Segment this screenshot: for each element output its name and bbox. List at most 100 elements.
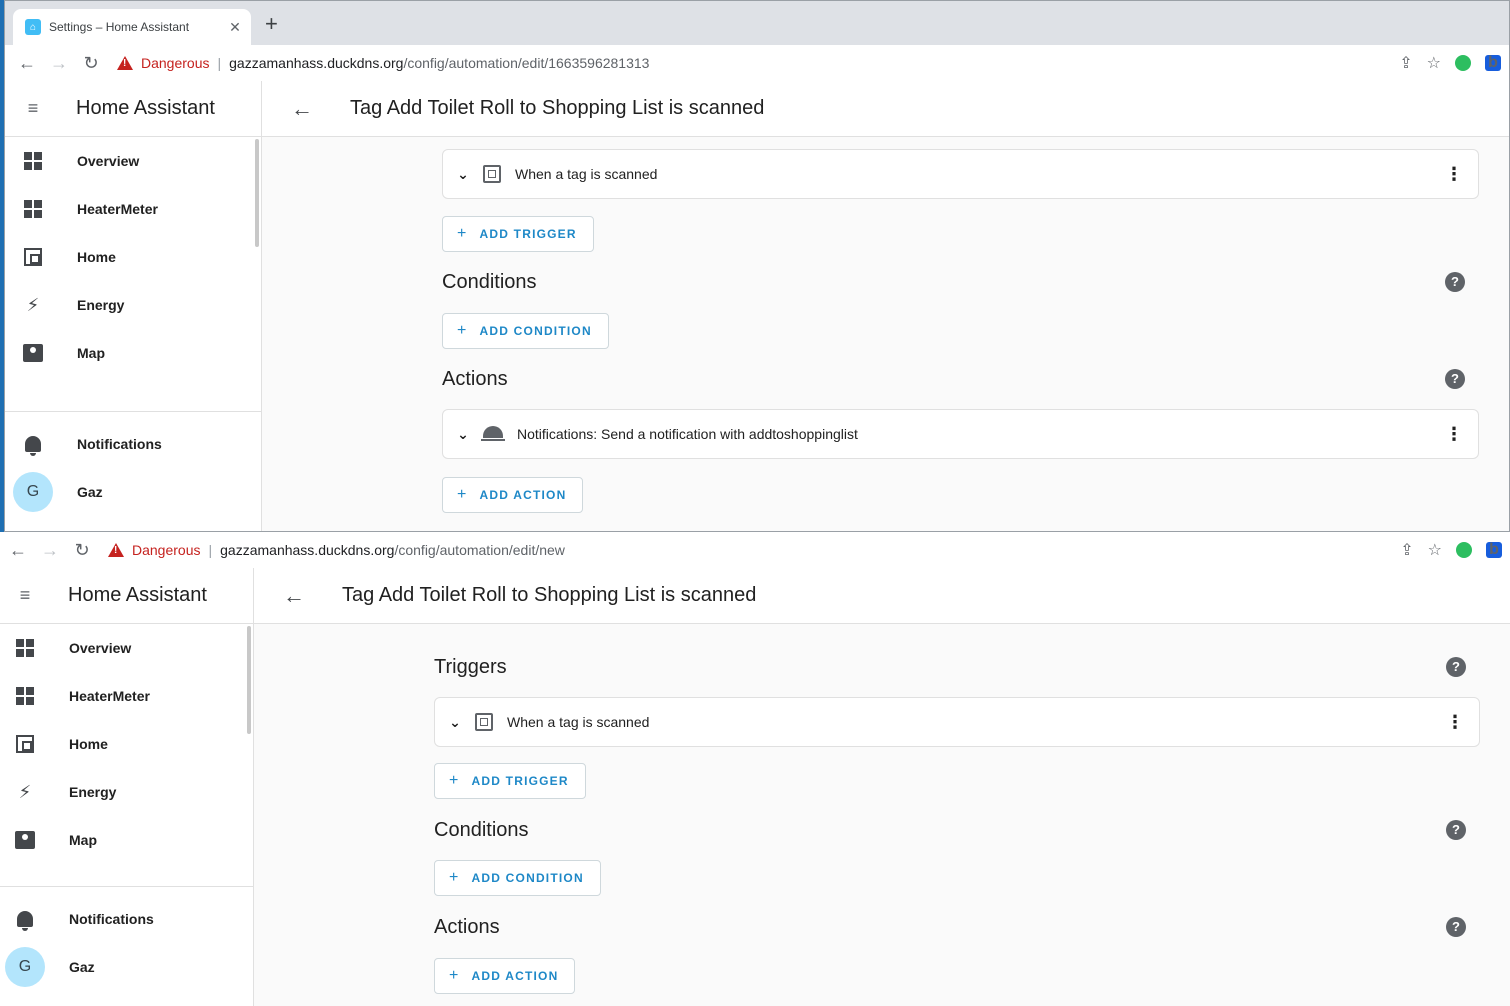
user-name: Gaz bbox=[69, 959, 95, 975]
triggers-heading: Triggers bbox=[434, 655, 507, 678]
help-icon[interactable]: ? bbox=[1445, 369, 1465, 389]
notification-bell-icon bbox=[481, 426, 505, 441]
sidebar-item-home[interactable]: Home bbox=[0, 720, 253, 768]
url-separator: | bbox=[217, 55, 222, 71]
share-icon[interactable]: ⇪ bbox=[1400, 540, 1413, 560]
sidebar-item-energy[interactable]: ⚡ Energy bbox=[0, 768, 253, 816]
warning-icon bbox=[117, 56, 133, 70]
menu-collapse-icon[interactable]: ≡ bbox=[5, 98, 61, 119]
star-icon[interactable]: ☆ bbox=[1428, 540, 1442, 560]
warning-icon bbox=[108, 543, 124, 557]
sidebar-item-label: Energy bbox=[77, 297, 125, 313]
chevron-down-icon[interactable]: ⌄ bbox=[435, 714, 475, 731]
sidebar-item-heatermeter[interactable]: HeaterMeter bbox=[5, 185, 261, 233]
security-status[interactable]: Dangerous bbox=[132, 542, 201, 558]
back-arrow-icon[interactable]: ← bbox=[2, 540, 34, 561]
forward-arrow-icon[interactable]: → bbox=[34, 540, 66, 561]
sidebar-item-profile[interactable]: G Gaz bbox=[0, 943, 253, 991]
dashboard-icon bbox=[0, 687, 50, 705]
lightning-icon: ⚡ bbox=[18, 781, 32, 802]
conditions-heading: Conditions bbox=[434, 818, 529, 841]
sidebar-item-label: Home bbox=[77, 249, 116, 265]
sidebar-item-heatermeter[interactable]: HeaterMeter bbox=[0, 672, 253, 720]
tab-title: Settings – Home Assistant bbox=[49, 20, 190, 34]
plus-icon: + bbox=[457, 322, 468, 339]
trigger-description: When a tag is scanned bbox=[507, 714, 650, 730]
more-options-icon[interactable]: ⋮ bbox=[1431, 712, 1479, 733]
back-arrow-icon[interactable]: ← bbox=[254, 583, 334, 609]
tab-strip: ⌂ Settings – Home Assistant ✕ + bbox=[5, 1, 1509, 45]
app-title: Home Assistant bbox=[68, 584, 207, 606]
browser-window-1: ⌂ Settings – Home Assistant ✕ + ← → ↻ Da… bbox=[4, 0, 1510, 532]
add-condition-button[interactable]: + ADD CONDITION bbox=[434, 860, 601, 896]
sidebar-item-map[interactable]: Map bbox=[5, 329, 261, 377]
button-label: ADD CONDITION bbox=[471, 871, 584, 885]
automation-editor: Triggers ? ⌄ When a tag is scanned ⋮ + AD… bbox=[434, 624, 1480, 1006]
help-icon[interactable]: ? bbox=[1446, 657, 1466, 677]
home-assistant-app: ≡ Home Assistant Overview HeaterMeter Ho… bbox=[5, 81, 1509, 531]
back-arrow-icon[interactable]: ← bbox=[11, 53, 43, 74]
sidebar-item-notifications[interactable]: Notifications bbox=[0, 895, 253, 943]
evernote-extension-icon[interactable] bbox=[1455, 55, 1471, 71]
url-host[interactable]: gazzamanhass.duckdns.org bbox=[229, 55, 403, 71]
help-icon[interactable]: ? bbox=[1445, 272, 1465, 292]
url-path[interactable]: /config/automation/edit/1663596281313 bbox=[403, 55, 649, 71]
star-icon[interactable]: ☆ bbox=[1427, 53, 1441, 73]
sidebar-item-map[interactable]: Map bbox=[0, 816, 253, 864]
url-host[interactable]: gazzamanhass.duckdns.org bbox=[220, 542, 394, 558]
back-arrow-icon[interactable]: ← bbox=[262, 96, 342, 122]
url-path[interactable]: /config/automation/edit/new bbox=[394, 542, 564, 558]
more-options-icon[interactable]: ⋮ bbox=[1430, 424, 1478, 445]
sidebar-item-energy[interactable]: ⚡ Energy bbox=[5, 281, 261, 329]
app-title: Home Assistant bbox=[76, 97, 215, 119]
button-label: ADD CONDITION bbox=[479, 324, 592, 338]
sidebar-scrollbar[interactable] bbox=[255, 139, 259, 247]
sidebar-item-overview[interactable]: Overview bbox=[0, 624, 253, 672]
dashboard-icon bbox=[5, 200, 61, 218]
bell-icon bbox=[5, 436, 61, 456]
add-action-button[interactable]: + ADD ACTION bbox=[434, 958, 576, 994]
add-condition-button[interactable]: + ADD CONDITION bbox=[442, 313, 609, 349]
help-icon[interactable]: ? bbox=[1446, 820, 1466, 840]
sidebar-scrollbar[interactable] bbox=[247, 626, 251, 734]
conditions-heading: Conditions bbox=[442, 270, 537, 293]
plus-icon: + bbox=[449, 772, 460, 789]
add-action-button[interactable]: + ADD ACTION bbox=[442, 477, 584, 513]
button-label: ADD ACTION bbox=[479, 488, 567, 502]
automation-editor: ⌄ When a tag is scanned ⋮ + ADD TRIGGER C… bbox=[442, 137, 1479, 531]
main-panel: ← Tag Add Toilet Roll to Shopping List i… bbox=[262, 81, 1509, 531]
new-tab-button[interactable]: + bbox=[265, 13, 278, 35]
browser-tab[interactable]: ⌂ Settings – Home Assistant ✕ bbox=[13, 9, 251, 45]
help-icon[interactable]: ? bbox=[1446, 917, 1466, 937]
browser-window-2: ← → ↻ Dangerous | gazzamanhass.duckdns.o… bbox=[0, 532, 1510, 1006]
action-description: Notifications: Send a notification with … bbox=[517, 426, 858, 442]
browser-toolbar: ← → ↻ Dangerous | gazzamanhass.duckdns.o… bbox=[5, 45, 1509, 81]
add-trigger-button[interactable]: + ADD TRIGGER bbox=[442, 216, 594, 252]
sidebar-item-profile[interactable]: G Gaz bbox=[5, 468, 261, 516]
chevron-down-icon[interactable]: ⌄ bbox=[443, 426, 483, 443]
reload-icon[interactable]: ↻ bbox=[75, 53, 107, 74]
browser-toolbar: ← → ↻ Dangerous | gazzamanhass.duckdns.o… bbox=[0, 532, 1510, 568]
sidebar: ≡ Home Assistant Overview HeaterMeter Ho… bbox=[5, 81, 262, 531]
chevron-down-icon[interactable]: ⌄ bbox=[443, 166, 483, 183]
trigger-card[interactable]: ⌄ When a tag is scanned ⋮ bbox=[434, 697, 1480, 747]
sidebar-item-notifications[interactable]: Notifications bbox=[5, 420, 261, 468]
evernote-extension-icon[interactable] bbox=[1456, 542, 1472, 558]
trigger-card[interactable]: ⌄ When a tag is scanned ⋮ bbox=[442, 149, 1479, 199]
add-trigger-button[interactable]: + ADD TRIGGER bbox=[434, 763, 586, 799]
sidebar-item-home[interactable]: Home bbox=[5, 233, 261, 281]
menu-collapse-icon[interactable]: ≡ bbox=[0, 585, 50, 606]
sidebar-item-overview[interactable]: Overview bbox=[5, 137, 261, 185]
action-card[interactable]: ⌄ Notifications: Send a notification wit… bbox=[442, 409, 1479, 459]
reload-icon[interactable]: ↻ bbox=[66, 540, 98, 561]
plus-icon: + bbox=[449, 869, 460, 886]
forward-arrow-icon[interactable]: → bbox=[43, 53, 75, 74]
close-tab-icon[interactable]: ✕ bbox=[227, 19, 243, 36]
share-icon[interactable]: ⇪ bbox=[1399, 53, 1412, 73]
main-panel: ← Tag Add Toilet Roll to Shopping List i… bbox=[254, 568, 1510, 1006]
more-options-icon[interactable]: ⋮ bbox=[1430, 164, 1478, 185]
bitwarden-extension-icon[interactable]: b bbox=[1485, 55, 1501, 71]
bitwarden-extension-icon[interactable]: b bbox=[1486, 542, 1502, 558]
button-label: ADD TRIGGER bbox=[471, 774, 569, 788]
security-status[interactable]: Dangerous bbox=[141, 55, 210, 71]
